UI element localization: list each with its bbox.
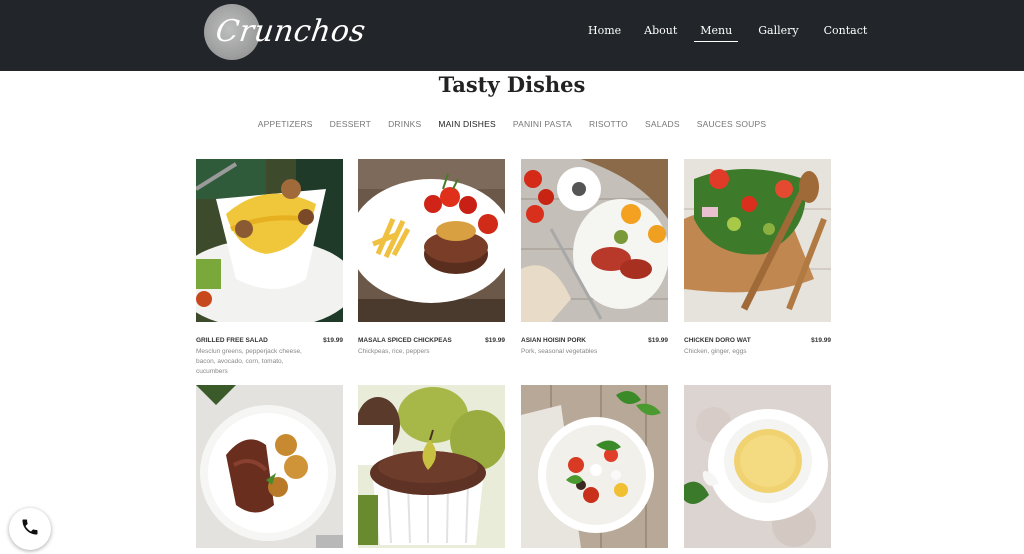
dish-card[interactable]: MASALA SPICED CHICKPEAS $19.99 Chickpeas… xyxy=(358,159,505,357)
dish-price: $19.99 xyxy=(323,337,343,344)
logo[interactable]: Crunchos xyxy=(204,4,368,64)
category-tabs: APPETIZERS DESSERT DRINKS MAIN DISHES PA… xyxy=(0,119,1024,129)
dish-card[interactable] xyxy=(521,385,668,548)
nav-menu[interactable]: Menu xyxy=(694,24,739,42)
pasta-with-mushrooms-photo[interactable] xyxy=(196,159,343,322)
steak-with-fries-photo[interactable] xyxy=(358,159,505,322)
dish-card[interactable] xyxy=(196,385,343,548)
cup-of-soup-photo[interactable] xyxy=(684,385,831,548)
dish-name[interactable]: CHICKEN DORO WAT xyxy=(684,337,751,344)
dish-card[interactable] xyxy=(684,385,831,548)
tab-main-dishes[interactable]: MAIN DISHES xyxy=(438,119,495,129)
call-button[interactable] xyxy=(9,508,51,550)
tab-appetizers[interactable]: APPETIZERS xyxy=(258,119,313,129)
page-title: Tasty Dishes xyxy=(438,72,586,97)
dish-description: Pork, seasonal vegetables xyxy=(521,348,598,355)
dish-description: Chicken, ginger, eggs xyxy=(684,348,747,355)
chocolate-souffle-photo[interactable] xyxy=(358,385,505,548)
dish-price: $19.99 xyxy=(811,337,831,344)
tab-sauces-soups[interactable]: SAUCES SOUPS xyxy=(697,119,766,129)
dish-price: $19.99 xyxy=(485,337,505,344)
nav-gallery[interactable]: Gallery xyxy=(758,24,798,41)
dish-card[interactable]: ASIAN HOISIN PORK $19.99 Pork, seasonal … xyxy=(521,159,668,357)
dish-card[interactable]: CHICKEN DORO WAT $19.99 Chicken, ginger,… xyxy=(684,159,831,357)
tab-salads[interactable]: SALADS xyxy=(645,119,680,129)
breakfast-plate-photo[interactable] xyxy=(521,159,668,322)
nav-home[interactable]: Home xyxy=(588,24,621,41)
tab-panini-pasta[interactable]: PANINI PASTA xyxy=(513,119,572,129)
salad-on-board-photo[interactable] xyxy=(684,159,831,322)
site-header: Crunchos Home About Menu Gallery Contact xyxy=(0,0,1024,71)
dish-name[interactable]: GRILLED FREE SALAD xyxy=(196,337,268,344)
logo-text: Crunchos xyxy=(213,14,368,49)
main-nav: Home About Menu Gallery Contact xyxy=(588,24,868,42)
nav-contact[interactable]: Contact xyxy=(824,24,868,41)
phone-icon xyxy=(20,517,40,542)
caprese-salad-bowl-photo[interactable] xyxy=(521,385,668,548)
roast-meat-potatoes-photo[interactable] xyxy=(196,385,343,548)
dish-card[interactable]: GRILLED FREE SALAD $19.99 Mesclun greens… xyxy=(196,159,343,377)
nav-about[interactable]: About xyxy=(644,24,677,41)
tab-dessert[interactable]: DESSERT xyxy=(330,119,371,129)
tab-drinks[interactable]: DRINKS xyxy=(388,119,421,129)
dish-name[interactable]: MASALA SPICED CHICKPEAS xyxy=(358,337,452,344)
dish-price: $19.99 xyxy=(648,337,668,344)
dish-description: Mesclun greens, pepperjack cheese, bacon… xyxy=(196,348,302,375)
dish-description: Chickpeas, rice, peppers xyxy=(358,348,430,355)
dish-name[interactable]: ASIAN HOISIN PORK xyxy=(521,337,586,344)
dish-card[interactable] xyxy=(358,385,505,548)
tab-risotto[interactable]: RISOTTO xyxy=(589,119,628,129)
